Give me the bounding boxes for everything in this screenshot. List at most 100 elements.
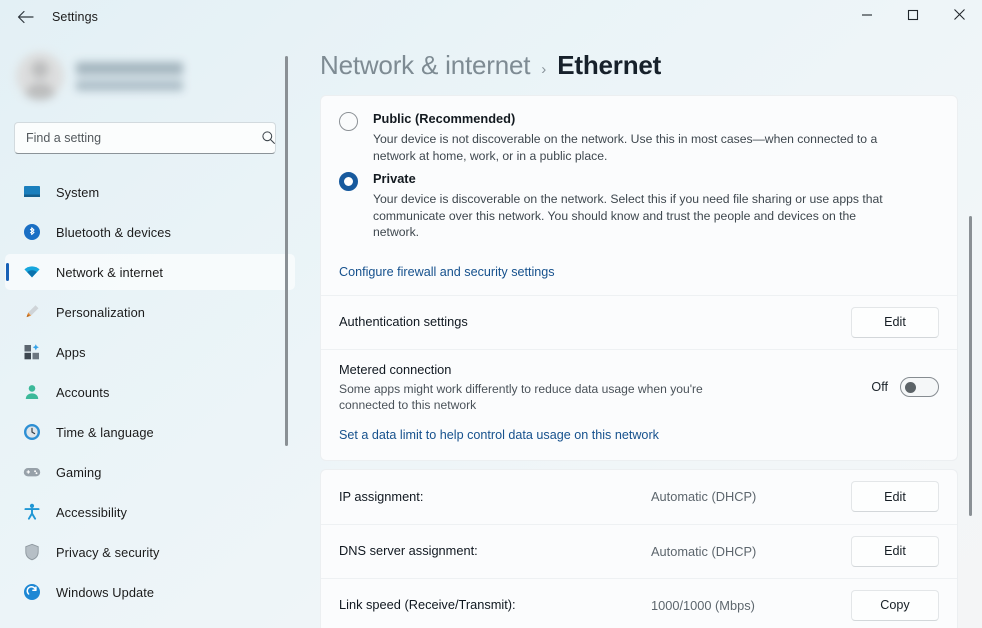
radio-private-label: Private: [373, 171, 416, 186]
profile-email: [76, 79, 183, 91]
radio-private-description: Your device is discoverable on the netwo…: [373, 192, 883, 239]
sidebar-item-label: Accessibility: [56, 504, 127, 520]
user-profile[interactable]: [16, 52, 300, 100]
sidebar-item-label: Personalization: [56, 304, 145, 320]
clock-icon: [22, 423, 42, 441]
titlebar: Settings: [0, 0, 982, 34]
radio-private[interactable]: [339, 172, 358, 191]
dns-assignment-edit-button[interactable]: Edit: [851, 535, 939, 567]
page-title: Ethernet: [557, 50, 662, 80]
ip-assignment-value: Automatic (DHCP): [651, 489, 757, 504]
window-controls: [844, 0, 982, 34]
link-speed-label: Link speed (Receive/Transmit):: [339, 597, 516, 612]
link-speed-value: 1000/1000 (Mbps): [651, 597, 755, 613]
sidebar-item-label: System: [56, 184, 100, 200]
data-limit-link-container: Set a data limit to help control data us…: [321, 424, 957, 460]
metered-connection-label: Metered connection: [339, 361, 452, 377]
sidebar-nav: System Bluetooth & devices Network & int…: [0, 174, 300, 610]
app-title: Settings: [52, 10, 98, 24]
ip-assignment-label: IP assignment:: [339, 488, 424, 504]
back-button[interactable]: [8, 1, 42, 33]
metered-connection-toggle[interactable]: [900, 376, 939, 397]
sidebar-item-network-internet[interactable]: Network & internet: [5, 254, 295, 290]
avatar: [16, 52, 64, 100]
settings-cards: Public (Recommended) Your device is not …: [320, 95, 958, 628]
maximize-icon: [907, 8, 919, 26]
content-scrollbar-thumb[interactable]: [969, 216, 972, 516]
content-area: Network & internet › Ethernet Public (Re…: [300, 34, 982, 628]
app-shell: System Bluetooth & devices: [0, 34, 982, 628]
radio-option-public[interactable]: Public (Recommended) Your device is not …: [339, 110, 939, 170]
arrow-left-icon: [17, 10, 34, 24]
network-profile-card: Public (Recommended) Your device is not …: [320, 95, 958, 461]
sidebar-item-label: Privacy & security: [56, 544, 160, 560]
shield-icon: [22, 543, 42, 561]
firewall-link-container: Configure firewall and security settings: [321, 253, 957, 295]
bluetooth-icon: [22, 223, 42, 241]
close-icon: [953, 8, 966, 26]
toggle-knob: [905, 381, 916, 393]
radio-public[interactable]: [339, 112, 358, 131]
link-speed-copy-button[interactable]: Copy: [851, 589, 939, 621]
radio-option-private[interactable]: Private Your device is discoverable on t…: [339, 170, 939, 247]
close-button[interactable]: [936, 0, 982, 34]
paintbrush-icon: [22, 303, 42, 321]
sidebar-item-label: Accounts: [56, 384, 110, 400]
radio-public-description: Your device is not discoverable on the n…: [373, 132, 878, 163]
sidebar-item-time-language[interactable]: Time & language: [5, 414, 295, 450]
ip-assignment-row: IP assignment: Automatic (DHCP) Edit: [321, 470, 957, 524]
link-speed-row: Link speed (Receive/Transmit): 1000/1000…: [321, 577, 957, 628]
authentication-settings-row: Authentication settings Edit: [321, 294, 957, 349]
sidebar-item-label: Bluetooth & devices: [56, 224, 172, 240]
breadcrumb: Network & internet › Ethernet: [320, 34, 982, 81]
metered-toggle-container: Off: [871, 376, 939, 397]
search-container: [14, 122, 286, 154]
dns-assignment-value: Automatic (DHCP): [651, 543, 757, 559]
sidebar-item-personalization[interactable]: Personalization: [5, 294, 295, 330]
sidebar-item-label: Apps: [56, 344, 86, 360]
chevron-right-icon: ›: [541, 61, 547, 78]
radio-public-label: Public (Recommended): [373, 111, 516, 126]
connection-properties-card: IP assignment: Automatic (DHCP) Edit DNS…: [320, 468, 958, 628]
apps-grid-icon: [22, 343, 42, 361]
profile-name: [76, 61, 183, 75]
accessibility-icon: [22, 503, 42, 521]
minimize-button[interactable]: [844, 0, 890, 34]
sidebar-item-label: Time & language: [56, 424, 154, 440]
metered-toggle-state: Off: [871, 379, 888, 394]
search-input[interactable]: [14, 122, 276, 154]
authentication-edit-button[interactable]: Edit: [851, 306, 939, 338]
sidebar-item-bluetooth-devices[interactable]: Bluetooth & devices: [5, 214, 295, 250]
gamepad-icon: [22, 463, 42, 481]
sidebar-item-privacy-security[interactable]: Privacy & security: [5, 534, 295, 570]
sidebar-item-gaming[interactable]: Gaming: [5, 454, 295, 490]
network-profile-options: Public (Recommended) Your device is not …: [321, 96, 957, 253]
dns-assignment-row: DNS server assignment: Automatic (DHCP) …: [321, 523, 957, 578]
sidebar-item-windows-update[interactable]: Windows Update: [5, 574, 295, 610]
wifi-icon: [22, 263, 42, 281]
maximize-button[interactable]: [890, 0, 936, 34]
authentication-settings-label: Authentication settings: [339, 314, 468, 329]
configure-firewall-link[interactable]: Configure firewall and security settings: [339, 265, 555, 279]
metered-connection-row: Metered connection Some apps might work …: [321, 348, 957, 424]
sidebar-item-label: Network & internet: [56, 264, 164, 280]
sidebar-item-accessibility[interactable]: Accessibility: [5, 494, 295, 530]
update-refresh-icon: [22, 583, 42, 601]
sidebar: System Bluetooth & devices: [0, 34, 300, 628]
sidebar-item-accounts[interactable]: Accounts: [5, 374, 295, 410]
sidebar-scrollbar[interactable]: [285, 56, 288, 616]
sidebar-item-apps[interactable]: Apps: [5, 334, 295, 370]
display-icon: [22, 183, 42, 201]
minimize-icon: [861, 8, 873, 26]
person-icon: [22, 383, 42, 401]
sidebar-item-label: Windows Update: [56, 584, 155, 600]
content-scrollbar[interactable]: [969, 114, 972, 628]
sidebar-item-system[interactable]: System: [5, 174, 295, 210]
dns-assignment-label: DNS server assignment:: [339, 543, 478, 558]
breadcrumb-parent[interactable]: Network & internet: [320, 50, 530, 81]
ip-assignment-edit-button[interactable]: Edit: [851, 481, 939, 512]
set-data-limit-link[interactable]: Set a data limit to help control data us…: [339, 428, 659, 442]
sidebar-item-label: Gaming: [56, 464, 102, 480]
metered-connection-description: Some apps might work differently to redu…: [339, 381, 703, 412]
sidebar-scrollbar-thumb[interactable]: [285, 56, 288, 446]
